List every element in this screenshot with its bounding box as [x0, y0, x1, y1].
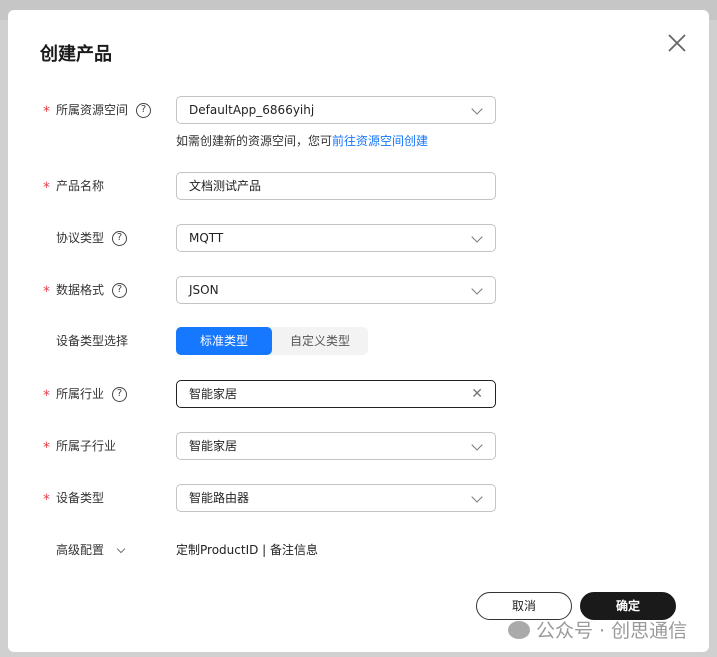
row-product-name: * 产品名称 文档测试产品	[8, 172, 709, 200]
select-value: 智能路由器	[189, 491, 250, 505]
chevron-down-icon	[471, 283, 483, 295]
label: 协议类型	[56, 231, 105, 245]
row-protocol: 协议类型? MQTT	[8, 224, 709, 252]
row-device-type-select: 设备类型选择 标准类型 自定义类型	[8, 327, 709, 355]
row-advanced: 高级配置 定制ProductID | 备注信息	[8, 536, 709, 564]
label: 产品名称	[56, 179, 105, 193]
segment-custom[interactable]: 自定义类型	[272, 327, 368, 355]
row-data-format: * 数据格式? JSON	[8, 276, 709, 304]
required-mark: *	[43, 284, 50, 300]
sub-industry-select[interactable]: 智能家居	[176, 432, 496, 460]
create-product-dialog: 创建产品 * 所属资源空间? DefaultApp_6866yihj 如需创建新…	[8, 10, 709, 652]
advanced-summary: 定制ProductID | 备注信息	[176, 543, 319, 557]
chevron-down-icon	[471, 439, 483, 451]
label: 设备类型选择	[56, 334, 129, 348]
select-value: 智能家居	[189, 387, 238, 401]
select-value: MQTT	[189, 231, 224, 245]
row-device-type: * 设备类型 智能路由器	[8, 484, 709, 512]
select-value: JSON	[189, 283, 219, 297]
resource-space-select[interactable]: DefaultApp_6866yihj	[176, 96, 496, 124]
close-icon[interactable]	[666, 32, 688, 54]
label: 数据格式	[56, 283, 105, 297]
resource-space-hint: 如需创建新的资源空间，您可前往资源空间创建	[176, 132, 428, 149]
device-type-segmented: 标准类型 自定义类型	[176, 327, 368, 355]
advanced-toggle[interactable]: 高级配置	[56, 536, 126, 564]
data-format-select[interactable]: JSON	[176, 276, 496, 304]
hint-text: 如需创建新的资源空间，您可	[176, 134, 333, 148]
label: 所属资源空间	[56, 103, 129, 117]
required-mark: *	[43, 388, 50, 404]
label: 所属行业	[56, 387, 105, 401]
chevron-down-icon	[471, 491, 483, 503]
chevron-down-icon	[471, 103, 483, 115]
industry-select[interactable]: 智能家居 ✕	[176, 380, 496, 408]
row-sub-industry: * 所属子行业 智能家居	[8, 432, 709, 460]
required-mark: *	[43, 440, 50, 456]
help-icon[interactable]: ?	[136, 102, 152, 118]
product-name-input[interactable]: 文档测试产品	[176, 172, 496, 200]
label: 设备类型	[56, 491, 105, 505]
segment-standard[interactable]: 标准类型	[176, 327, 272, 355]
create-resource-space-link[interactable]: 前往资源空间创建	[332, 134, 428, 148]
select-value: 智能家居	[189, 439, 238, 453]
required-mark: *	[43, 180, 50, 196]
help-icon[interactable]: ?	[112, 282, 128, 298]
row-resource-space: * 所属资源空间? DefaultApp_6866yihj	[8, 96, 709, 124]
select-value: DefaultApp_6866yihj	[189, 103, 315, 117]
label: 所属子行业	[56, 439, 117, 453]
device-type-select[interactable]: 智能路由器	[176, 484, 496, 512]
help-icon[interactable]: ?	[112, 386, 128, 402]
row-industry: * 所属行业? 智能家居 ✕	[8, 380, 709, 408]
clear-icon[interactable]: ✕	[471, 387, 483, 401]
required-mark: *	[43, 492, 50, 508]
chevron-down-icon	[116, 544, 126, 553]
chevron-down-icon	[471, 231, 483, 243]
watermark-text: 公众号 · 创思通信	[536, 620, 688, 642]
wechat-icon	[508, 620, 530, 639]
label: 高级配置	[56, 543, 105, 557]
help-icon[interactable]: ?	[112, 230, 128, 246]
protocol-select[interactable]: MQTT	[176, 224, 496, 252]
dialog-title: 创建产品	[40, 44, 112, 65]
required-mark: *	[43, 104, 50, 120]
watermark: 公众号 · 创思通信	[508, 616, 687, 643]
